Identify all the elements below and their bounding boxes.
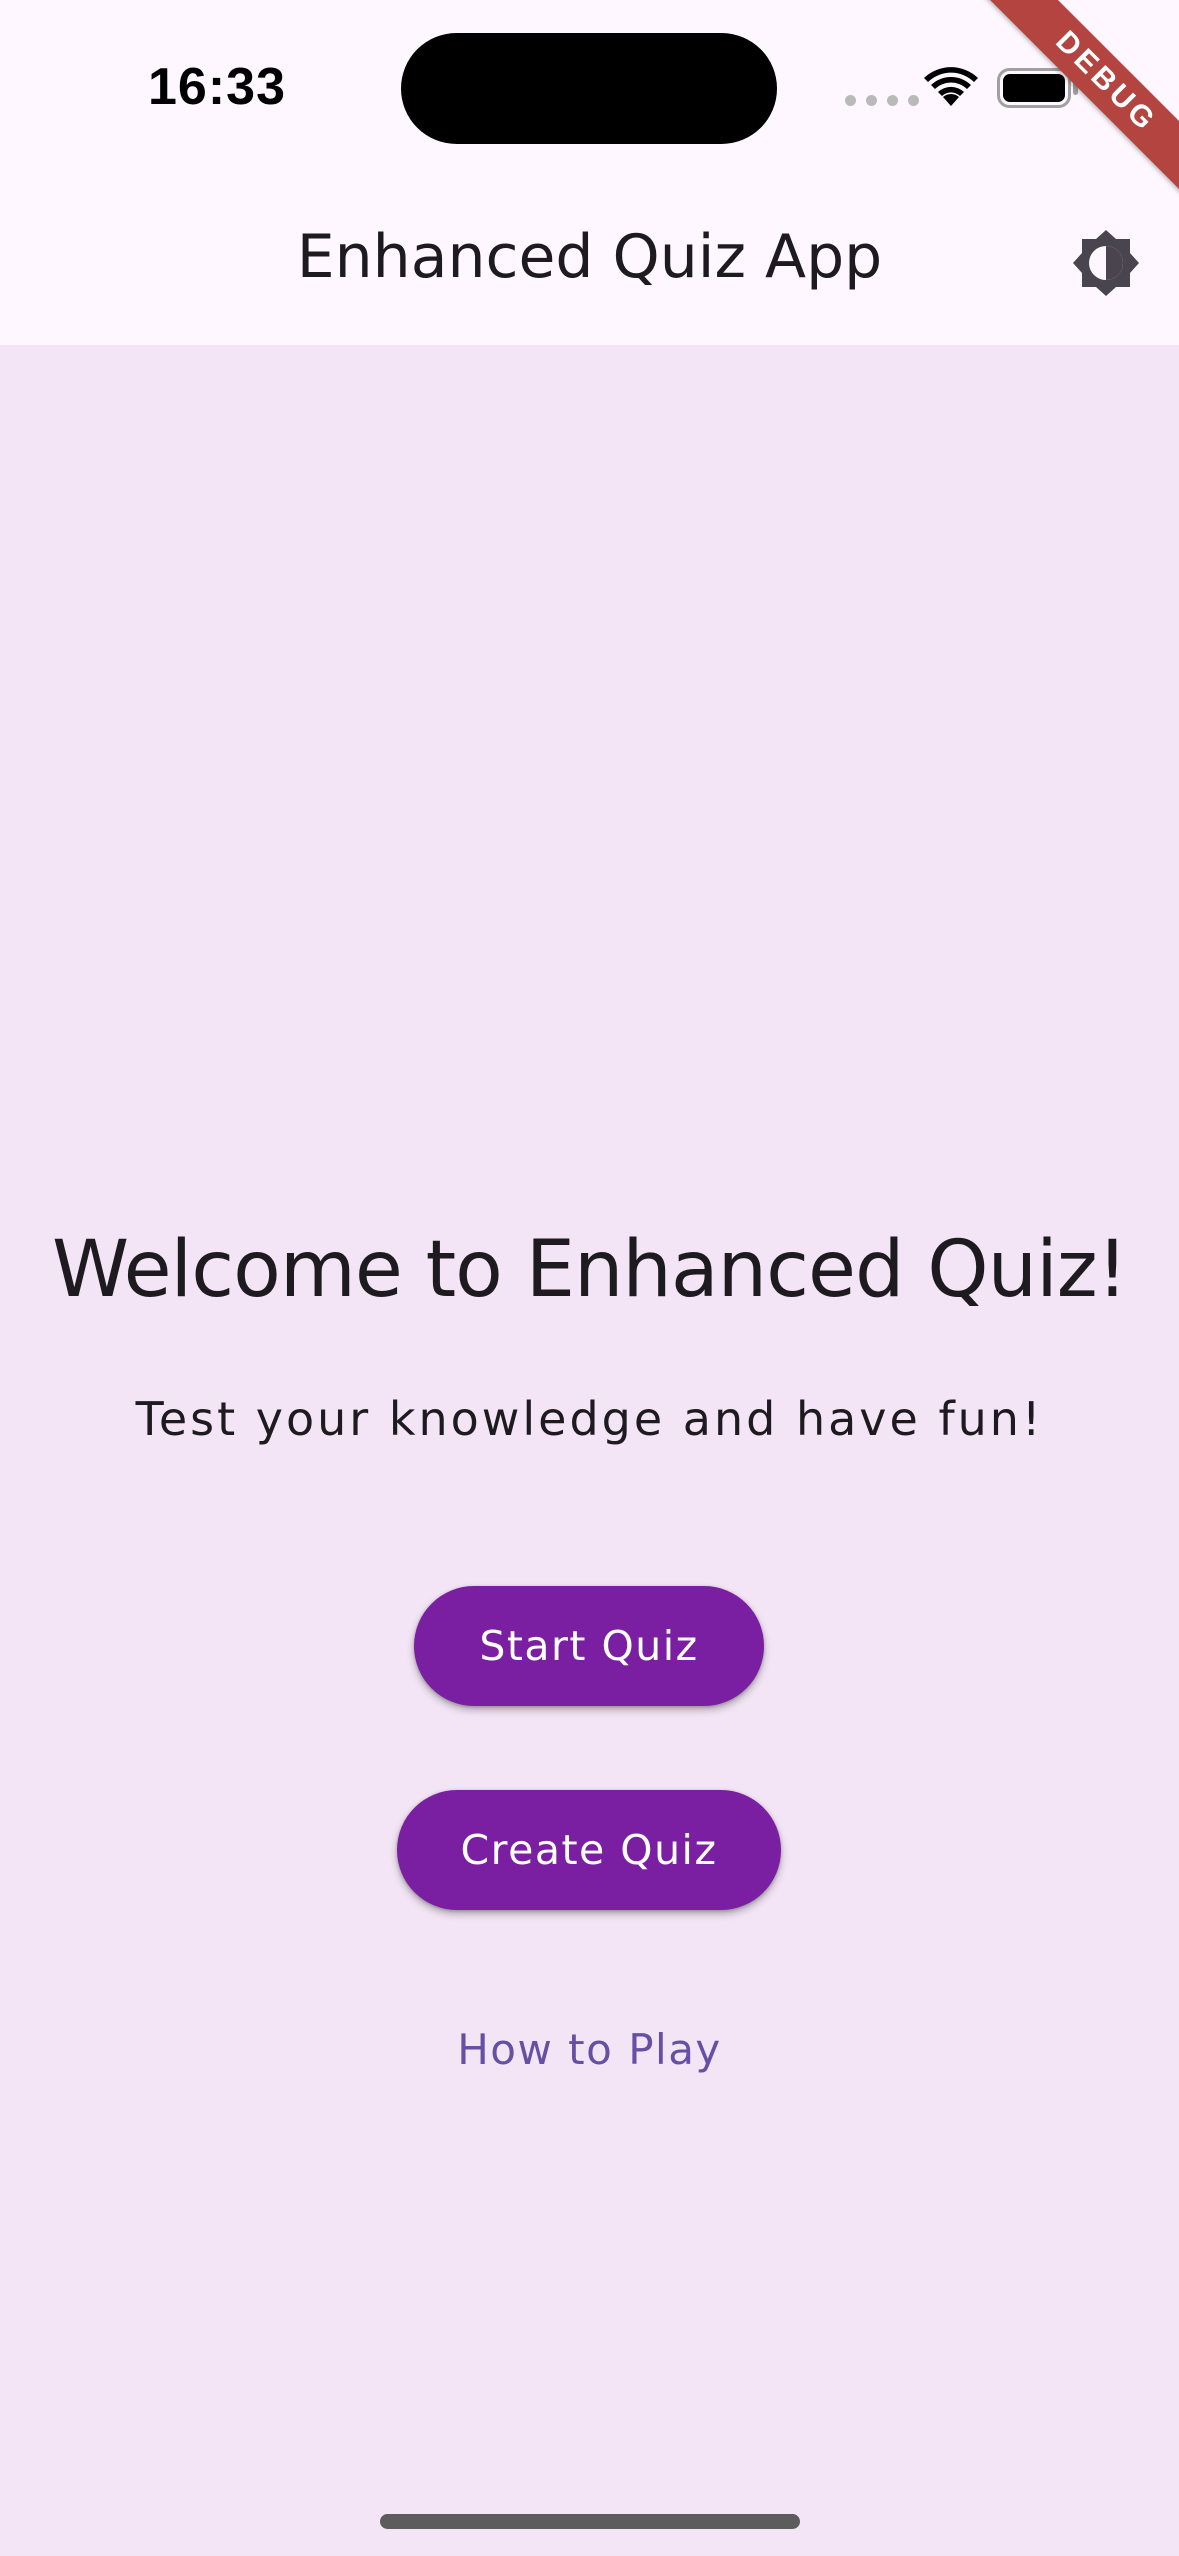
app-screen: 16:33 Enhanced Quiz App DEBUG Welcome to…: [0, 0, 1179, 2556]
wifi-icon: [924, 67, 978, 106]
create-quiz-button[interactable]: Create Quiz: [397, 1790, 781, 1910]
status-bar-time: 16:33: [148, 58, 286, 116]
app-bar-title: Enhanced Quiz App: [296, 222, 883, 292]
welcome-subtitle: Test your knowledge and have fun!: [135, 1392, 1044, 1446]
dynamic-island: [401, 33, 777, 144]
brightness-toggle-icon[interactable]: [1071, 228, 1141, 298]
how-to-play-link[interactable]: How to Play: [0, 2025, 1179, 2074]
top-area: 16:33 Enhanced Quiz App DEBUG: [0, 0, 1179, 345]
cellular-dots-icon: [845, 95, 919, 106]
start-quiz-button[interactable]: Start Quiz: [414, 1586, 764, 1706]
home-indicator[interactable]: [380, 2514, 800, 2529]
welcome-title: Welcome to Enhanced Quiz!: [52, 1225, 1128, 1315]
